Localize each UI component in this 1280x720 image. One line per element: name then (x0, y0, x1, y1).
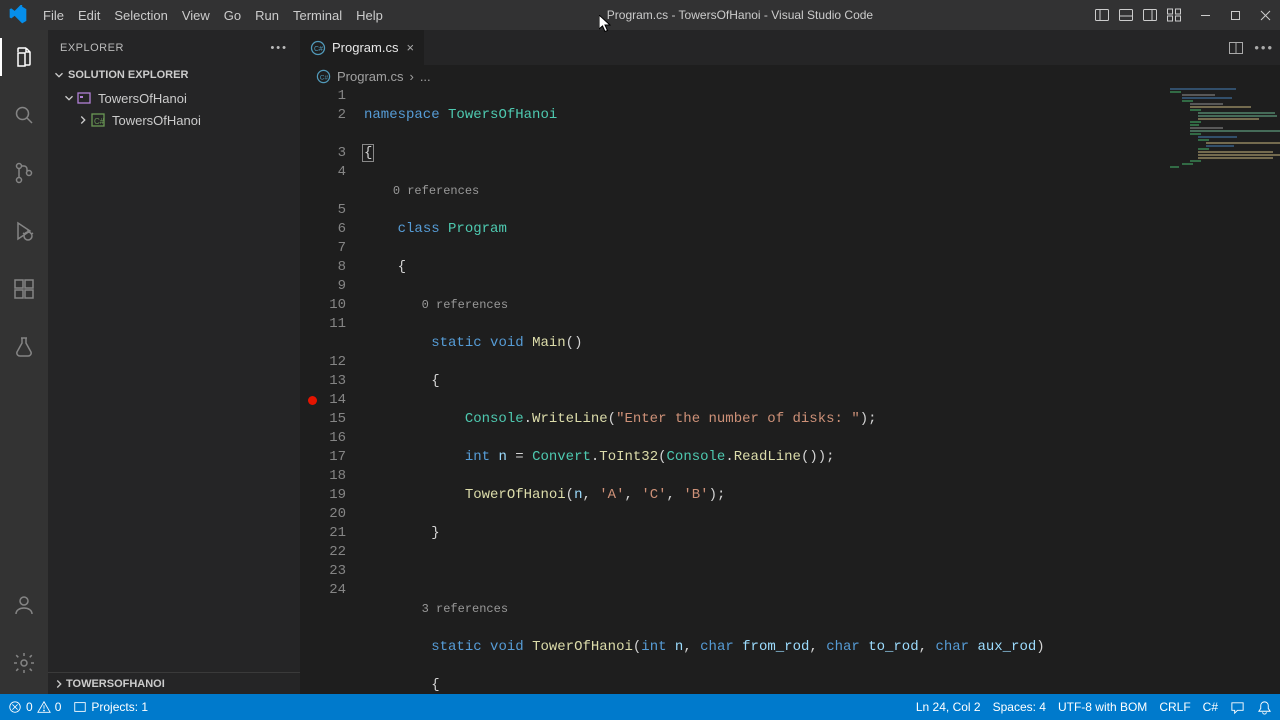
menu-go[interactable]: Go (217, 2, 248, 29)
towersofhanoi-section[interactable]: TOWERSOFHANOI (48, 672, 300, 694)
search-icon[interactable] (0, 96, 48, 134)
testing-icon[interactable] (0, 328, 48, 366)
menu-file[interactable]: File (36, 2, 71, 29)
status-lncol[interactable]: Ln 24, Col 2 (916, 700, 981, 714)
accounts-icon[interactable] (0, 586, 48, 624)
minimize-button[interactable] (1190, 0, 1220, 30)
more-actions-icon[interactable]: ••• (1254, 40, 1274, 55)
status-projects[interactable]: Projects: 1 (73, 700, 148, 714)
section-label: SOLUTION EXPLORER (68, 69, 188, 81)
menu-help[interactable]: Help (349, 2, 390, 29)
menu-selection[interactable]: Selection (107, 2, 174, 29)
menu-run[interactable]: Run (248, 2, 286, 29)
tree-item-label: TowersOfHanoi (98, 91, 187, 106)
menu-bar: File Edit Selection View Go Run Terminal… (36, 2, 390, 29)
split-editor-icon[interactable] (1228, 40, 1244, 56)
layout-controls (1090, 0, 1186, 30)
tab-program-cs[interactable]: C# Program.cs × (300, 30, 425, 65)
csharp-file-icon: C# (310, 40, 326, 56)
close-icon[interactable]: × (406, 40, 414, 55)
status-language[interactable]: C# (1203, 700, 1218, 714)
status-eol[interactable]: CRLF (1159, 700, 1190, 714)
vscode-logo-icon (8, 5, 28, 25)
run-debug-icon[interactable] (0, 212, 48, 250)
editor-group: C# Program.cs × ••• C# Program.cs › ... … (300, 30, 1280, 694)
menu-edit[interactable]: Edit (71, 2, 107, 29)
layout-customize-icon[interactable] (1162, 0, 1186, 30)
svg-text:C#: C# (314, 46, 323, 53)
line-gutter: 1 2 3 4 5 6 7 8 9 10 11 12 13 14 15 16 1… (300, 87, 364, 694)
explorer-icon[interactable] (0, 38, 48, 76)
chevron-right-icon: › (409, 69, 413, 84)
minimap[interactable] (1170, 87, 1280, 207)
code-editor[interactable]: 1 2 3 4 5 6 7 8 9 10 11 12 13 14 15 16 1… (300, 87, 1280, 694)
section-label: TOWERSOFHANOI (66, 678, 165, 690)
breadcrumb-more: ... (420, 69, 431, 84)
maximize-button[interactable] (1220, 0, 1250, 30)
layout-sidebar-right-icon[interactable] (1138, 0, 1162, 30)
source-control-icon[interactable] (0, 154, 48, 192)
tab-label: Program.cs (332, 40, 398, 55)
status-spaces[interactable]: Spaces: 4 (993, 700, 1046, 714)
activity-bar (0, 30, 48, 694)
breadcrumb-file: Program.cs (337, 69, 403, 84)
mouse-cursor-icon (599, 15, 611, 33)
explorer-title: EXPLORER (60, 42, 124, 54)
csproj-icon: C# (90, 112, 106, 128)
menu-terminal[interactable]: Terminal (286, 2, 349, 29)
solution-icon (76, 90, 92, 106)
svg-text:C#: C# (320, 74, 329, 81)
settings-gear-icon[interactable] (0, 644, 48, 682)
status-bar: 0 0 Projects: 1 Ln 24, Col 2 Spaces: 4 U… (0, 694, 1280, 720)
notifications-icon[interactable] (1257, 700, 1272, 715)
status-encoding[interactable]: UTF-8 with BOM (1058, 700, 1147, 714)
breadcrumb[interactable]: C# Program.cs › ... (300, 65, 1280, 87)
more-icon[interactable]: ••• (270, 42, 288, 54)
layout-sidebar-left-icon[interactable] (1090, 0, 1114, 30)
title-bar: File Edit Selection View Go Run Terminal… (0, 0, 1280, 30)
svg-text:C#: C# (94, 117, 105, 126)
close-button[interactable] (1250, 0, 1280, 30)
extensions-icon[interactable] (0, 270, 48, 308)
solution-explorer-section[interactable]: SOLUTION EXPLORER (48, 65, 300, 85)
breakpoint-icon[interactable] (308, 396, 317, 405)
status-errors[interactable]: 0 0 (8, 700, 61, 714)
tree-solution-root[interactable]: TowersOfHanoi (48, 87, 300, 109)
feedback-icon[interactable] (1230, 700, 1245, 715)
tab-bar: C# Program.cs × ••• (300, 30, 1280, 65)
tree-item-label: TowersOfHanoi (112, 113, 201, 128)
tree-project[interactable]: C# TowersOfHanoi (48, 109, 300, 131)
code-content[interactable]: namespace TowersOfHanoi { 0 references c… (364, 87, 1280, 694)
explorer-sidebar: EXPLORER ••• SOLUTION EXPLORER TowersOfH… (48, 30, 300, 694)
csharp-file-icon: C# (316, 69, 331, 84)
window-title: Program.cs - TowersOfHanoi - Visual Stud… (390, 8, 1090, 22)
menu-view[interactable]: View (175, 2, 217, 29)
layout-panel-icon[interactable] (1114, 0, 1138, 30)
window-controls (1190, 0, 1280, 30)
